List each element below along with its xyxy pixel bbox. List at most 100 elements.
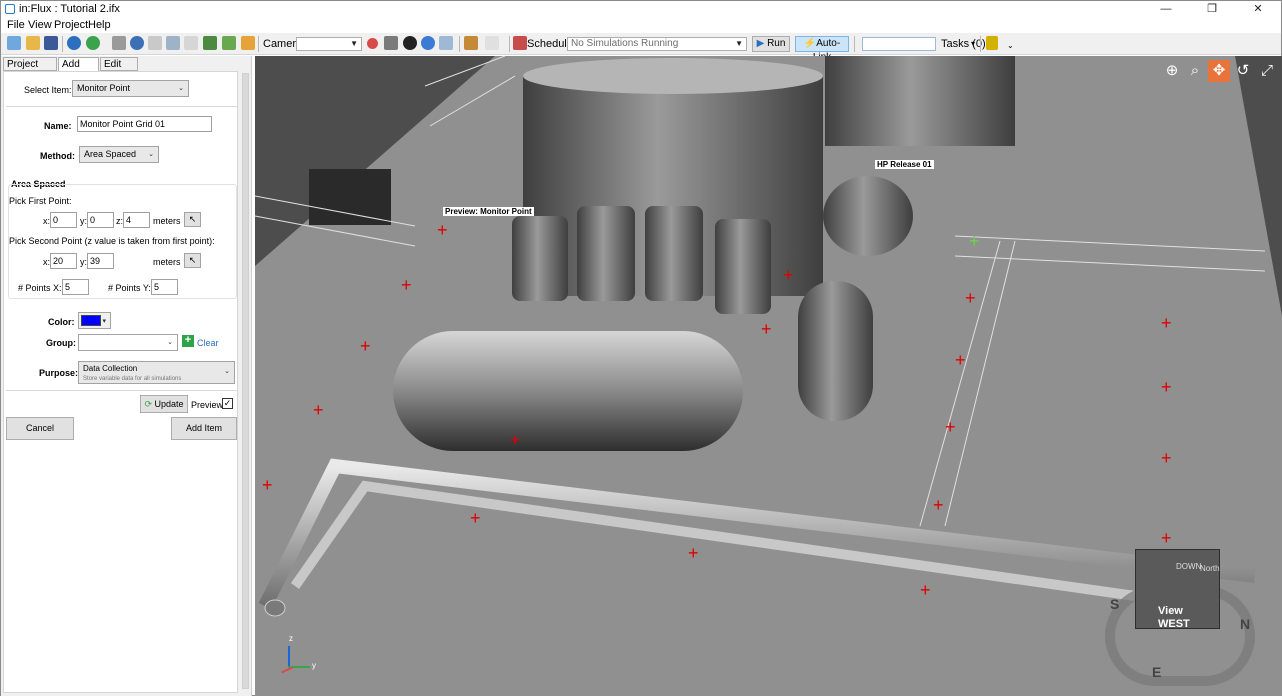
new-project-icon[interactable]	[7, 36, 21, 50]
zoom-icon[interactable]: ⌕	[1184, 60, 1206, 82]
monitor-point-marker[interactable]: +	[955, 351, 966, 369]
line-tool-icon[interactable]	[148, 36, 162, 50]
save-icon[interactable]	[44, 36, 58, 50]
pointer-icon[interactable]	[485, 36, 499, 50]
pick-first-point-button[interactable]: ↖	[184, 212, 201, 227]
tasks-dropdown[interactable]: Tasks (0)	[941, 38, 986, 50]
monitor-point-marker[interactable]: +	[1161, 449, 1172, 467]
crosshair-icon[interactable]	[421, 36, 435, 50]
z-axis	[288, 646, 290, 668]
minimize-button[interactable]: —	[1143, 1, 1189, 18]
monitor-point-marker[interactable]: +	[1161, 314, 1172, 332]
tab-project-items[interactable]: Project Items	[3, 57, 57, 81]
monitor-point-marker[interactable]: +	[360, 337, 371, 355]
first-y-label: y:	[80, 216, 88, 226]
dome-icon[interactable]	[184, 36, 198, 50]
pick-second-point-button[interactable]: ↖	[184, 253, 201, 268]
first-z-input[interactable]: 4	[123, 212, 150, 228]
auto-link-button[interactable]: ⚡Auto-Link	[795, 36, 849, 63]
monitor-point-marker[interactable]: +	[945, 418, 956, 436]
first-x-input[interactable]: 0	[50, 212, 77, 228]
monitor-point-marker[interactable]: +	[920, 581, 931, 599]
color-picker[interactable]: ▾	[78, 312, 111, 329]
monitor-point-marker[interactable]: +	[401, 276, 412, 294]
monitor-point-marker[interactable]: +	[510, 431, 521, 449]
open-folder-icon[interactable]	[26, 36, 40, 50]
tab-edit-item[interactable]: Edit Item	[100, 57, 138, 81]
second-x-input[interactable]: 20	[50, 253, 77, 269]
monitor-point-marker[interactable]: +	[688, 544, 699, 562]
clear-link[interactable]: Clear	[197, 338, 219, 348]
second-y-input[interactable]: 39	[87, 253, 114, 269]
grid-icon[interactable]	[112, 36, 126, 50]
menu-view[interactable]: View	[28, 19, 52, 31]
preview-checkbox[interactable]: ✓	[222, 398, 233, 409]
menu-bar: File View Project Help	[1, 18, 1281, 33]
3d-viewport[interactable]: Preview: Monitor Point HP Release 01 + +…	[255, 56, 1282, 696]
monitor-point-marker[interactable]: +	[470, 509, 481, 527]
group-dropdown[interactable]: ⌄	[78, 334, 178, 351]
first-units-label: meters	[153, 216, 181, 226]
select-item-label: Select Item:	[24, 85, 72, 95]
tab-add-item[interactable]: Add Item	[58, 57, 99, 81]
fullscreen-icon[interactable]: ⤢	[1256, 60, 1278, 82]
screen-icon[interactable]	[439, 36, 453, 50]
add-circle-icon[interactable]	[86, 36, 100, 50]
rotate-icon[interactable]: ↺	[1232, 60, 1254, 82]
view-cube[interactable]: View WEST DOWN North	[1135, 549, 1220, 630]
monitor-point-marker[interactable]: +	[437, 221, 448, 239]
report-icon[interactable]	[241, 36, 255, 50]
zoom-region-icon[interactable]: ⊕	[1161, 60, 1183, 82]
method-dropdown[interactable]: Area Spaced ⌄	[79, 146, 159, 163]
monitor-point-marker[interactable]: +	[1161, 378, 1172, 396]
sidebar-scrollbar[interactable]	[240, 71, 251, 693]
compass-east: E	[1152, 664, 1162, 680]
cursor-pick-icon: ↖	[188, 214, 197, 224]
close-button[interactable]: ✕	[1235, 1, 1281, 18]
menu-file[interactable]: File	[7, 19, 25, 31]
chevron-down-icon: ▼	[735, 39, 743, 48]
monitor-point-marker-green[interactable]: +	[969, 232, 980, 250]
purpose-dropdown[interactable]: Data Collection Store variable data for …	[78, 361, 235, 384]
monitor-point-marker[interactable]: +	[1161, 529, 1172, 547]
cancel-button[interactable]: Cancel	[6, 417, 74, 440]
reset-view-icon[interactable]	[403, 36, 417, 50]
camera-select[interactable]: ▼	[296, 37, 362, 51]
points-x-input[interactable]: 5	[62, 279, 89, 295]
cloud-tool-icon[interactable]	[166, 36, 180, 50]
monitor-point-marker[interactable]: +	[965, 289, 976, 307]
method-label: Method:	[40, 151, 75, 161]
name-input[interactable]: Monitor Point Grid 01	[77, 116, 212, 132]
first-y-input[interactable]: 0	[87, 212, 114, 228]
scrollbar-thumb[interactable]	[242, 73, 249, 689]
menu-project[interactable]: Project	[54, 19, 88, 31]
select-item-dropdown[interactable]: Monitor Point ⌄	[72, 80, 189, 97]
points-y-input[interactable]: 5	[151, 279, 178, 295]
schedule-select[interactable]: No Simulations Running ▼	[567, 37, 747, 51]
pan-icon[interactable]: ✥	[1208, 60, 1230, 82]
delete-camera-icon[interactable]	[367, 38, 378, 49]
view-cube-face: WEST	[1158, 618, 1190, 630]
menu-help[interactable]: Help	[88, 19, 111, 31]
add-group-icon[interactable]: +	[182, 335, 194, 347]
maximize-button[interactable]: ❐	[1189, 1, 1235, 18]
tasks-chevron-icon[interactable]: ▾	[971, 39, 975, 48]
monitor-point-marker[interactable]: +	[933, 496, 944, 514]
run-button[interactable]: ▶ Run	[752, 36, 790, 52]
camera-photo-icon[interactable]	[384, 36, 398, 50]
chart-icon[interactable]	[222, 36, 236, 50]
target-icon[interactable]	[130, 36, 144, 50]
monitor-point-marker[interactable]: +	[783, 266, 794, 284]
toolbar-overflow-icon[interactable]: ⌄	[1007, 41, 1014, 50]
update-button[interactable]: ⟳ Update	[140, 395, 188, 413]
pencil-icon[interactable]	[986, 36, 998, 50]
points-y-label: # Points Y:	[108, 283, 151, 293]
info-icon[interactable]	[67, 36, 81, 50]
monitor-point-marker[interactable]: +	[313, 401, 324, 419]
monitor-point-marker[interactable]: +	[761, 320, 772, 338]
monitor-point-marker[interactable]: +	[262, 476, 273, 494]
layers-icon[interactable]	[203, 36, 217, 50]
add-item-button[interactable]: Add Item	[171, 417, 237, 440]
move-icon[interactable]	[464, 36, 478, 50]
calendar-icon[interactable]	[513, 36, 527, 50]
